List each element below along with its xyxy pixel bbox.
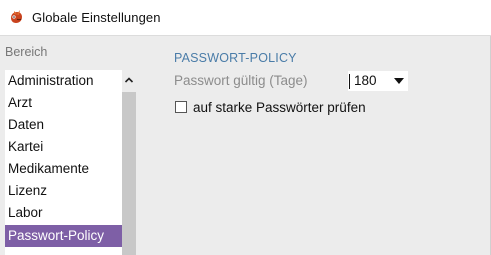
category-list: Administration Arzt Daten Kartei Medikam… bbox=[5, 70, 136, 255]
sidebar-heading: Bereich bbox=[5, 45, 48, 59]
sidebar-item-administration[interactable]: Administration bbox=[5, 70, 122, 92]
sidebar-item-arzt[interactable]: Arzt bbox=[5, 92, 122, 114]
validity-days-select[interactable]: 180 bbox=[348, 71, 408, 91]
validity-days-value: 180 bbox=[354, 73, 377, 88]
sidebar-item-labor[interactable]: Labor bbox=[5, 202, 122, 224]
strong-password-checkbox[interactable] bbox=[175, 101, 187, 113]
settings-content: Bereich Administration Arzt Daten Kartei… bbox=[0, 36, 491, 255]
title-bar: Globale Einstellungen bbox=[0, 0, 491, 36]
strong-password-label[interactable]: auf starke Passwörter prüfen bbox=[193, 100, 366, 115]
settings-window: Globale Einstellungen Bereich Administra… bbox=[0, 0, 491, 255]
sidebar-item-daten[interactable]: Daten bbox=[5, 114, 122, 136]
scrollbar-thumb[interactable] bbox=[122, 92, 136, 255]
chevron-down-icon[interactable] bbox=[394, 77, 404, 85]
text-cursor bbox=[349, 74, 350, 89]
sidebar-item-kartei[interactable]: Kartei bbox=[5, 136, 122, 158]
sidebar-item-lizenz[interactable]: Lizenz bbox=[5, 180, 122, 202]
validity-days-label: Passwort gültig (Tage) bbox=[174, 73, 308, 88]
section-title: PASSWORT-POLICY bbox=[174, 51, 297, 65]
sidebar-item-medikamente[interactable]: Medikamente bbox=[5, 158, 122, 180]
list-scrollbar[interactable] bbox=[122, 70, 136, 255]
app-logo-icon bbox=[11, 10, 22, 23]
sidebar-item-passwort-policy[interactable]: Passwort-Policy bbox=[5, 225, 122, 247]
scroll-up-icon[interactable] bbox=[122, 70, 136, 90]
window-title: Globale Einstellungen bbox=[32, 10, 161, 25]
